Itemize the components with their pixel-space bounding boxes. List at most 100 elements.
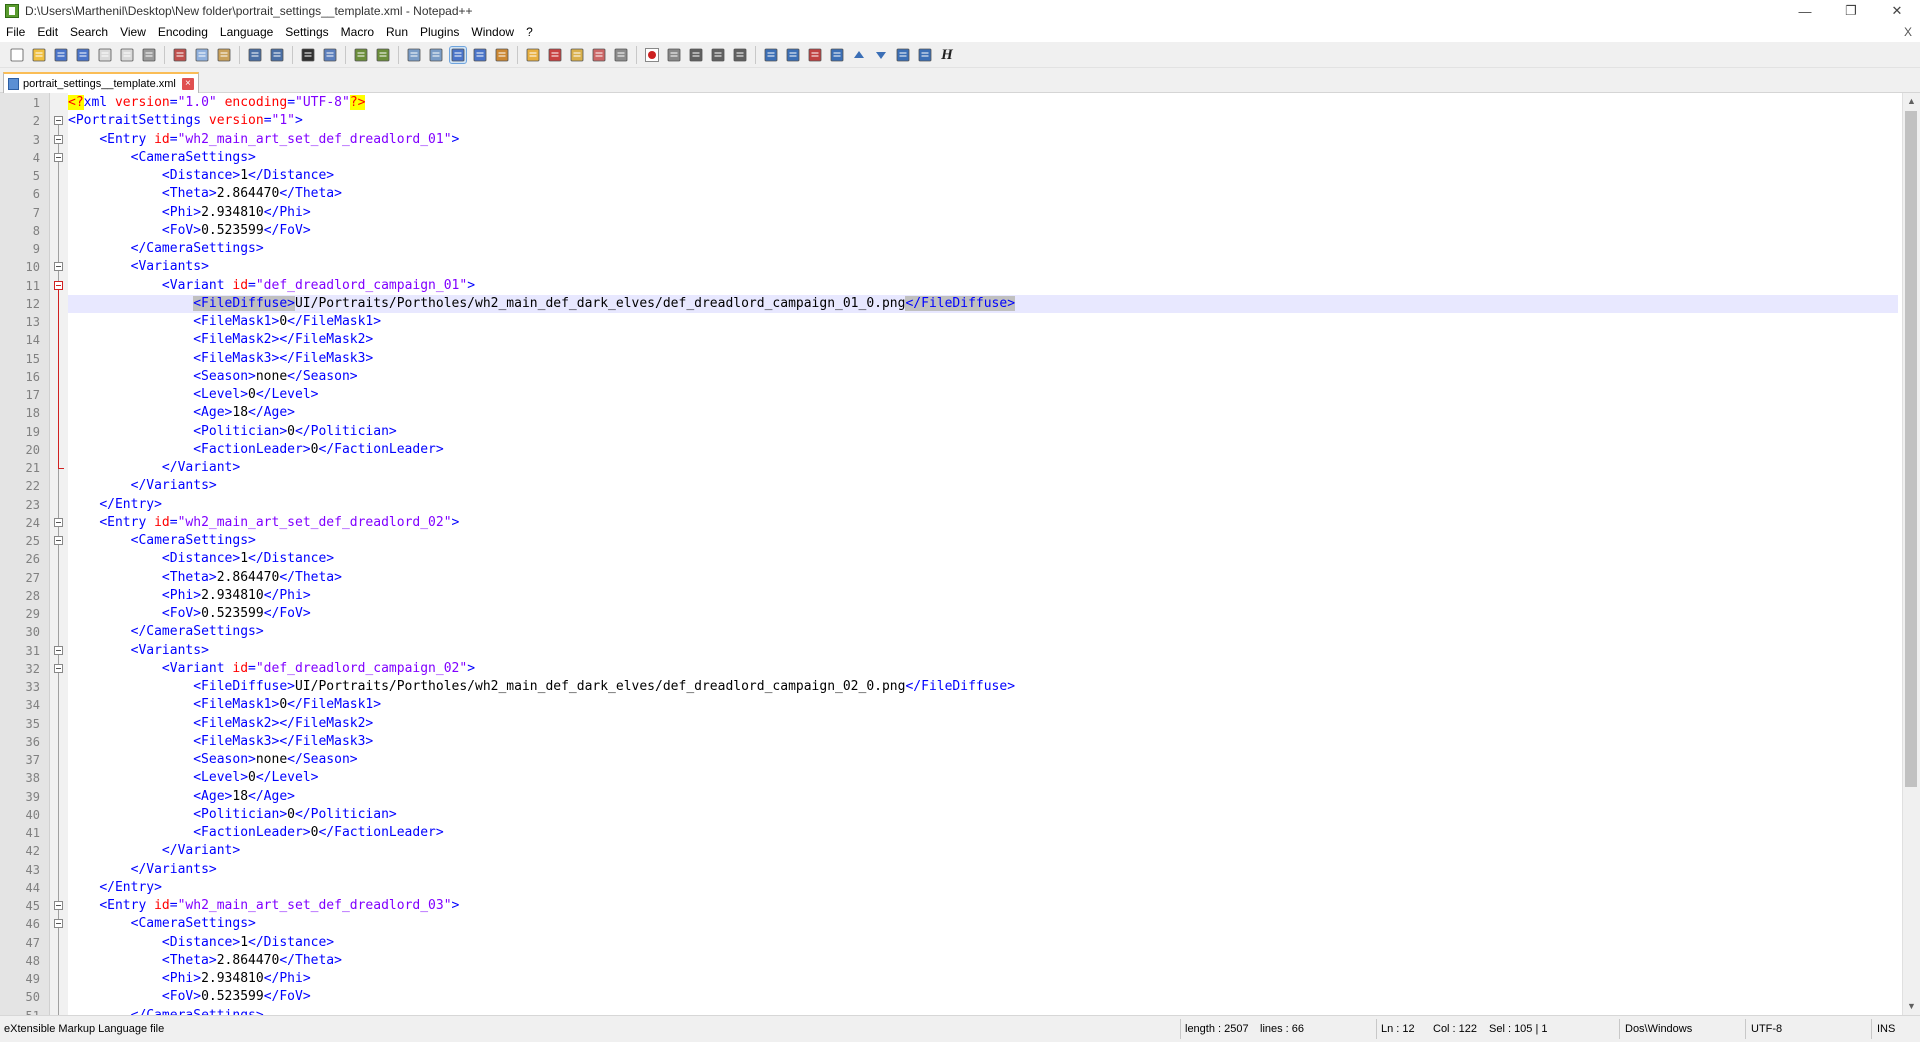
close-all-icon[interactable] (119, 47, 135, 63)
fold-collapse-icon[interactable] (54, 919, 63, 929)
code-line[interactable]: <Variants> (68, 642, 209, 660)
print-icon[interactable] (141, 47, 157, 63)
toolbar-icon-e[interactable] (895, 47, 911, 63)
code-line[interactable]: <Distance>1</Distance> (68, 934, 334, 952)
indent-guide-icon[interactable] (494, 47, 510, 63)
code-line[interactable]: <FactionLeader>0</FactionLeader> (68, 441, 443, 459)
replace-icon[interactable] (322, 47, 338, 63)
code-line[interactable]: <FileMask2></FileMask2> (68, 715, 373, 733)
scroll-down-icon[interactable]: ▼ (1903, 998, 1920, 1015)
close-window-button[interactable]: ✕ (1874, 0, 1920, 22)
code-line[interactable]: <FoV>0.523599</FoV> (68, 222, 311, 240)
fold-margin[interactable] (50, 93, 68, 1015)
fold-collapse-icon[interactable] (54, 152, 63, 162)
monitor-icon[interactable] (613, 47, 629, 63)
menu-edit[interactable]: Edit (31, 22, 64, 42)
redo-icon[interactable] (269, 47, 285, 63)
code-line[interactable]: <FactionLeader>0</FactionLeader> (68, 824, 443, 842)
code-line[interactable]: <Distance>1</Distance> (68, 167, 334, 185)
menu-help[interactable]: ? (520, 22, 539, 42)
menu-encoding[interactable]: Encoding (152, 22, 214, 42)
paste-icon[interactable] (216, 47, 232, 63)
save-all-icon[interactable] (75, 47, 91, 63)
editor-area[interactable]: 1 2 3 4 5 6 7 8 9 10 11 12 13 14 15 16 17 18 19 20 21 22 23 24 2… (0, 93, 1920, 1015)
toolbar-icon-b[interactable] (785, 47, 801, 63)
code-line[interactable]: <Age>18</Age> (68, 404, 295, 422)
code-line[interactable]: <FileMask3></FileMask3> (68, 350, 373, 368)
menu-language[interactable]: Language (214, 22, 279, 42)
code-line[interactable]: <CameraSettings> (68, 915, 256, 933)
code-line[interactable]: <FileDiffuse>UI/Portraits/Portholes/wh2_… (68, 678, 1015, 696)
code-line[interactable]: <CameraSettings> (68, 149, 256, 167)
code-line[interactable]: </Variant> (68, 842, 240, 860)
current-code-line[interactable]: <FileDiffuse>UI/Portraits/Portholes/wh2_… (68, 294, 1898, 313)
fold-collapse-icon[interactable] (54, 901, 63, 910)
run-macro-multiple-icon[interactable] (710, 47, 726, 63)
record-macro-icon[interactable] (644, 47, 660, 63)
arrow-down-icon[interactable] (873, 47, 889, 63)
code-line[interactable]: </Variant> (68, 459, 240, 477)
code-line[interactable]: <Variants> (68, 258, 209, 276)
code-line[interactable]: </CameraSettings> (68, 623, 264, 641)
code-line[interactable]: <Age>18</Age> (68, 788, 295, 806)
toolbar-icon-c[interactable] (807, 47, 823, 63)
code-line[interactable]: <Politician>0</Politician> (68, 806, 397, 824)
code-line[interactable]: </CameraSettings> (68, 240, 264, 258)
fold-collapse-icon[interactable] (54, 262, 63, 272)
tab-portrait-settings-template[interactable]: portrait_settings__template.xml × (3, 72, 199, 93)
fold-collapse-icon[interactable] (54, 645, 63, 655)
code-line[interactable]: </CameraSettings> (68, 1007, 264, 1016)
menu-run[interactable]: Run (380, 22, 414, 42)
toolbar-icon-f[interactable] (917, 47, 933, 63)
code-line[interactable]: </Entry> (68, 879, 162, 897)
fold-collapse-icon[interactable] (54, 280, 63, 290)
close-document-button[interactable]: X (1904, 22, 1912, 42)
function-list-icon[interactable] (547, 47, 563, 63)
code-line[interactable]: <Entry id="wh2_main_art_set_def_dreadlor… (68, 897, 459, 915)
zoom-in-icon[interactable] (353, 47, 369, 63)
code-line[interactable]: <Phi>2.934810</Phi> (68, 204, 311, 222)
code-line[interactable]: <Theta>2.864470</Theta> (68, 569, 342, 587)
play-macro-icon[interactable] (688, 47, 704, 63)
menu-search[interactable]: Search (64, 22, 114, 42)
menu-macro[interactable]: Macro (335, 22, 380, 42)
code-line[interactable]: <Level>0</Level> (68, 386, 318, 404)
find-icon[interactable] (300, 47, 316, 63)
code-line[interactable]: <FileMask2></FileMask2> (68, 331, 373, 349)
fold-collapse-icon[interactable] (54, 116, 63, 126)
menu-view[interactable]: View (114, 22, 152, 42)
sync-horizontal-icon[interactable] (428, 47, 444, 63)
code-line[interactable]: <Theta>2.864470</Theta> (68, 185, 342, 203)
code-line[interactable]: </Variants> (68, 861, 217, 879)
code-line[interactable]: <Entry id="wh2_main_art_set_def_dreadlor… (68, 514, 459, 532)
folder-workspace-icon[interactable] (569, 47, 585, 63)
code-line[interactable]: <FoV>0.523599</FoV> (68, 988, 311, 1006)
close-icon[interactable] (97, 47, 113, 63)
code-line[interactable]: <Phi>2.934810</Phi> (68, 587, 311, 605)
undo-icon[interactable] (247, 47, 263, 63)
code-line[interactable]: <Level>0</Level> (68, 769, 318, 787)
define-language-icon[interactable] (525, 47, 541, 63)
minimize-button[interactable]: — (1782, 0, 1828, 22)
code-line[interactable]: <Variant id="def_dreadlord_campaign_02"> (68, 660, 475, 678)
menu-plugins[interactable]: Plugins (414, 22, 465, 42)
code-line[interactable]: <Theta>2.864470</Theta> (68, 952, 342, 970)
code-text[interactable]: <?xml version="1.0" encoding="UTF-8"?> <P… (68, 93, 1900, 1015)
code-line[interactable]: </Entry> (68, 496, 162, 514)
menu-settings[interactable]: Settings (279, 22, 334, 42)
code-line[interactable]: </Variants> (68, 477, 217, 495)
open-file-icon[interactable] (31, 47, 47, 63)
code-line[interactable]: <Distance>1</Distance> (68, 550, 334, 568)
code-line[interactable]: <FileMask1>0</FileMask1> (68, 696, 381, 714)
menu-file[interactable]: File (0, 22, 31, 42)
restore-button[interactable]: ❐ (1828, 0, 1874, 22)
fold-collapse-icon[interactable] (54, 536, 63, 545)
code-line[interactable]: <Entry id="wh2_main_art_set_def_dreadlor… (68, 131, 459, 149)
code-line[interactable]: <FoV>0.523599</FoV> (68, 605, 311, 623)
tab-close-icon[interactable]: × (181, 77, 194, 90)
code-line[interactable]: <Season>none</Season> (68, 751, 357, 769)
code-line[interactable]: <Variant id="def_dreadlord_campaign_01"> (68, 277, 475, 295)
menu-window[interactable]: Window (465, 22, 520, 42)
code-line[interactable]: <CameraSettings> (68, 532, 256, 550)
save-macro-icon[interactable] (732, 47, 748, 63)
